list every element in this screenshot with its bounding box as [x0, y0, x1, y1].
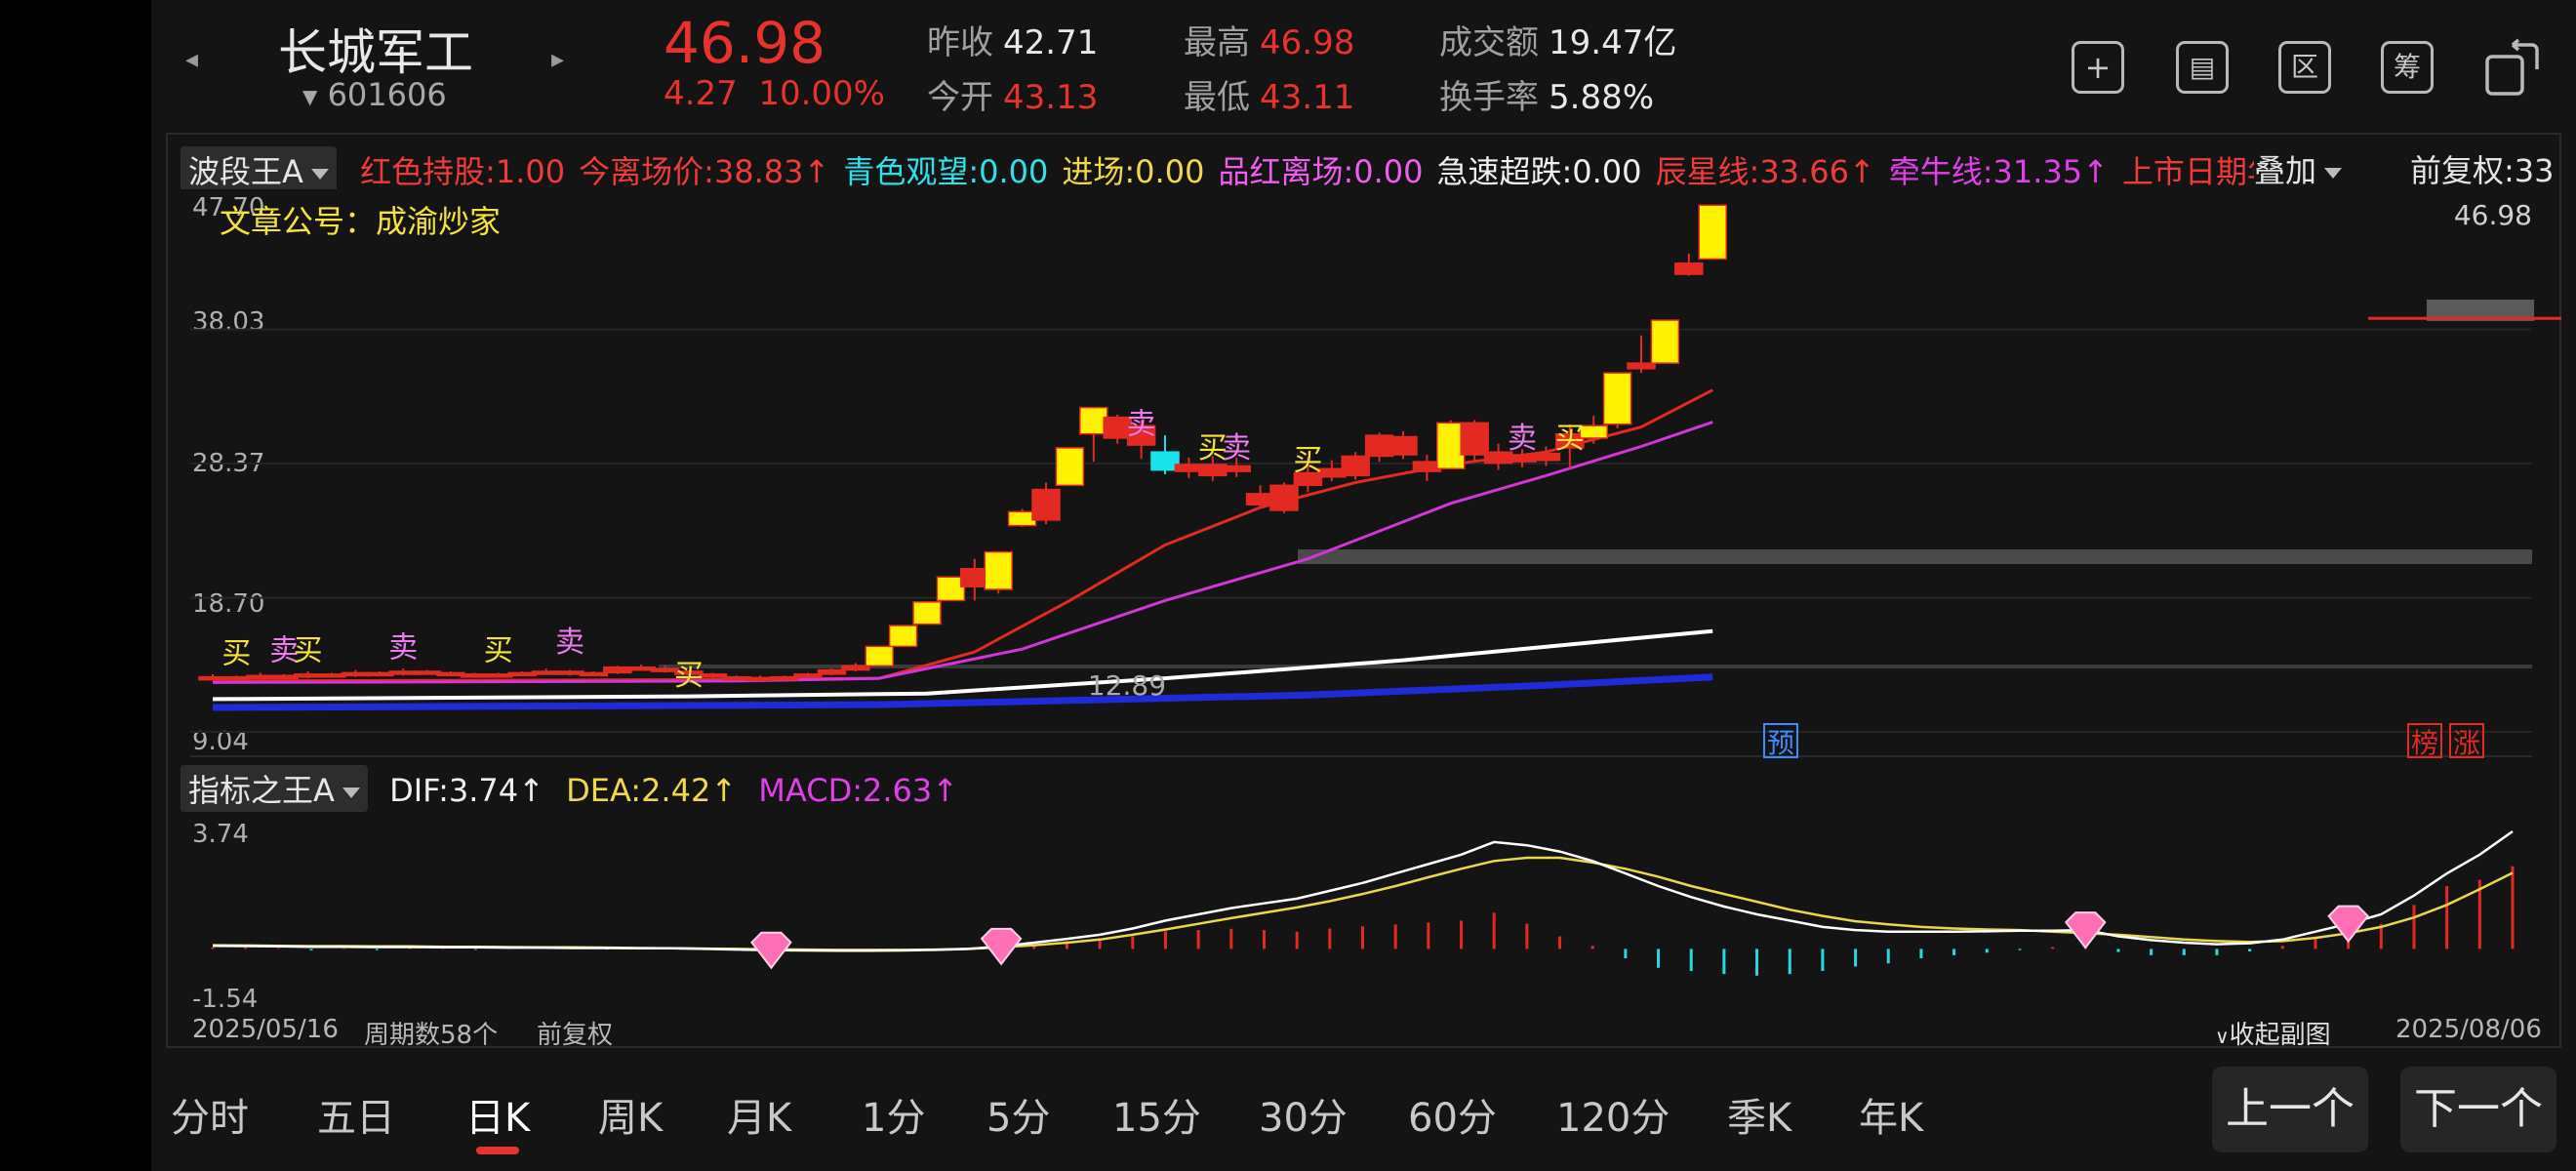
current-price-label: 46.98 [2454, 199, 2532, 231]
candle-body [865, 645, 894, 667]
tab-rik[interactable]: 日K [465, 1086, 530, 1143]
signal-label: 买 [484, 634, 513, 668]
tab-jik[interactable]: 季K [1727, 1086, 1791, 1143]
signal-label: 买 [674, 659, 704, 693]
tab-fenshi[interactable]: 分时 [171, 1086, 249, 1143]
candle-body [1269, 484, 1299, 511]
signal-label: 卖 [1222, 431, 1251, 465]
candle-body [1460, 422, 1489, 456]
signal-label: 买 [1555, 422, 1585, 456]
period-count: 周期数58个 [364, 1021, 499, 1050]
candle-body [912, 601, 942, 626]
macd-y-label-bottom: -1.54 [192, 985, 259, 1014]
low-price-label: 12.89 [1088, 669, 1166, 702]
tab-15min[interactable]: 15分 [1112, 1086, 1201, 1143]
badge-zhang: 涨 [2453, 727, 2480, 759]
signal-label: 卖 [388, 631, 418, 666]
candle-body [1674, 262, 1704, 275]
tab-5min[interactable]: 5分 [986, 1086, 1050, 1143]
sub-indicator-selector[interactable]: 指标之王A [181, 765, 368, 812]
tab-niank[interactable]: 年K [1859, 1086, 1923, 1143]
candle-body [1341, 455, 1370, 477]
signal-label: 卖 [555, 626, 584, 660]
candle-body [1055, 447, 1085, 487]
tab-yuek[interactable]: 月K [727, 1086, 791, 1143]
badge-yu: 预 [1767, 727, 1794, 759]
collapse-label: 收起副图 [2229, 1021, 2331, 1050]
prev-stock-button[interactable]: 上一个 [2212, 1067, 2368, 1152]
dea-value: DEA:2.42↑ [566, 772, 738, 809]
tab-60min[interactable]: 60分 [1408, 1086, 1497, 1143]
macd-y-label-top: 3.74 [192, 820, 249, 849]
signal-label: 买 [1293, 444, 1322, 478]
tab-30min[interactable]: 30分 [1259, 1086, 1348, 1143]
diamond-signal [980, 927, 1023, 966]
candle-body [1698, 204, 1727, 261]
tab-zhouk[interactable]: 周K [598, 1086, 663, 1143]
sub-indicator-legend: 指标之王A DIF:3.74↑ DEA:2.42↑ MACD:2.63↑ [181, 765, 958, 812]
dif-value: DIF:3.74↑ [389, 772, 544, 809]
signal-label: 买 [221, 636, 251, 670]
support-band [1298, 549, 2532, 564]
candle-body [984, 550, 1013, 590]
candle-body [1222, 464, 1251, 472]
candle-body [1650, 319, 1680, 364]
tab-120min[interactable]: 120分 [1556, 1086, 1670, 1143]
left-margin [0, 0, 151, 1171]
fuquan-note: 前复权 [537, 1021, 614, 1050]
date-start: 2025/05/16 [192, 1015, 339, 1044]
tab-1min[interactable]: 1分 [862, 1086, 925, 1143]
badge-bang: 榜 [2411, 727, 2438, 759]
candle-body [1389, 435, 1418, 456]
candle-body [1031, 488, 1061, 521]
candle-body [1602, 372, 1632, 425]
diamond-signal [750, 931, 792, 970]
diamond-signal [2064, 911, 2107, 949]
signal-label: 买 [294, 634, 323, 668]
macd-value: MACD:2.63↑ [758, 772, 959, 809]
active-tab-indicator [476, 1147, 519, 1154]
stock-screen: ◂ ▸ 长城军工 ▼ 601606 46.98 4.27 10.00% 昨收 42… [151, 0, 2576, 1171]
chevron-down-icon: ∨ [2215, 1025, 2230, 1048]
candle-body [1627, 362, 1656, 370]
date-end: 2025/08/06 [2395, 1015, 2542, 1044]
signal-label: 卖 [1508, 422, 1537, 456]
next-stock-button[interactable]: 下一个 [2400, 1067, 2556, 1152]
kline-chart[interactable]: 买卖买卖买卖买卖买卖 买卖 买46.9812.89预榜涨 [151, 0, 2576, 1049]
candle-body [888, 625, 918, 648]
signal-label: 卖 [1127, 408, 1156, 442]
tab-wuri[interactable]: 五日 [317, 1086, 395, 1143]
collapse-subchart-button[interactable]: ∨收起副图 [2215, 1015, 2331, 1051]
